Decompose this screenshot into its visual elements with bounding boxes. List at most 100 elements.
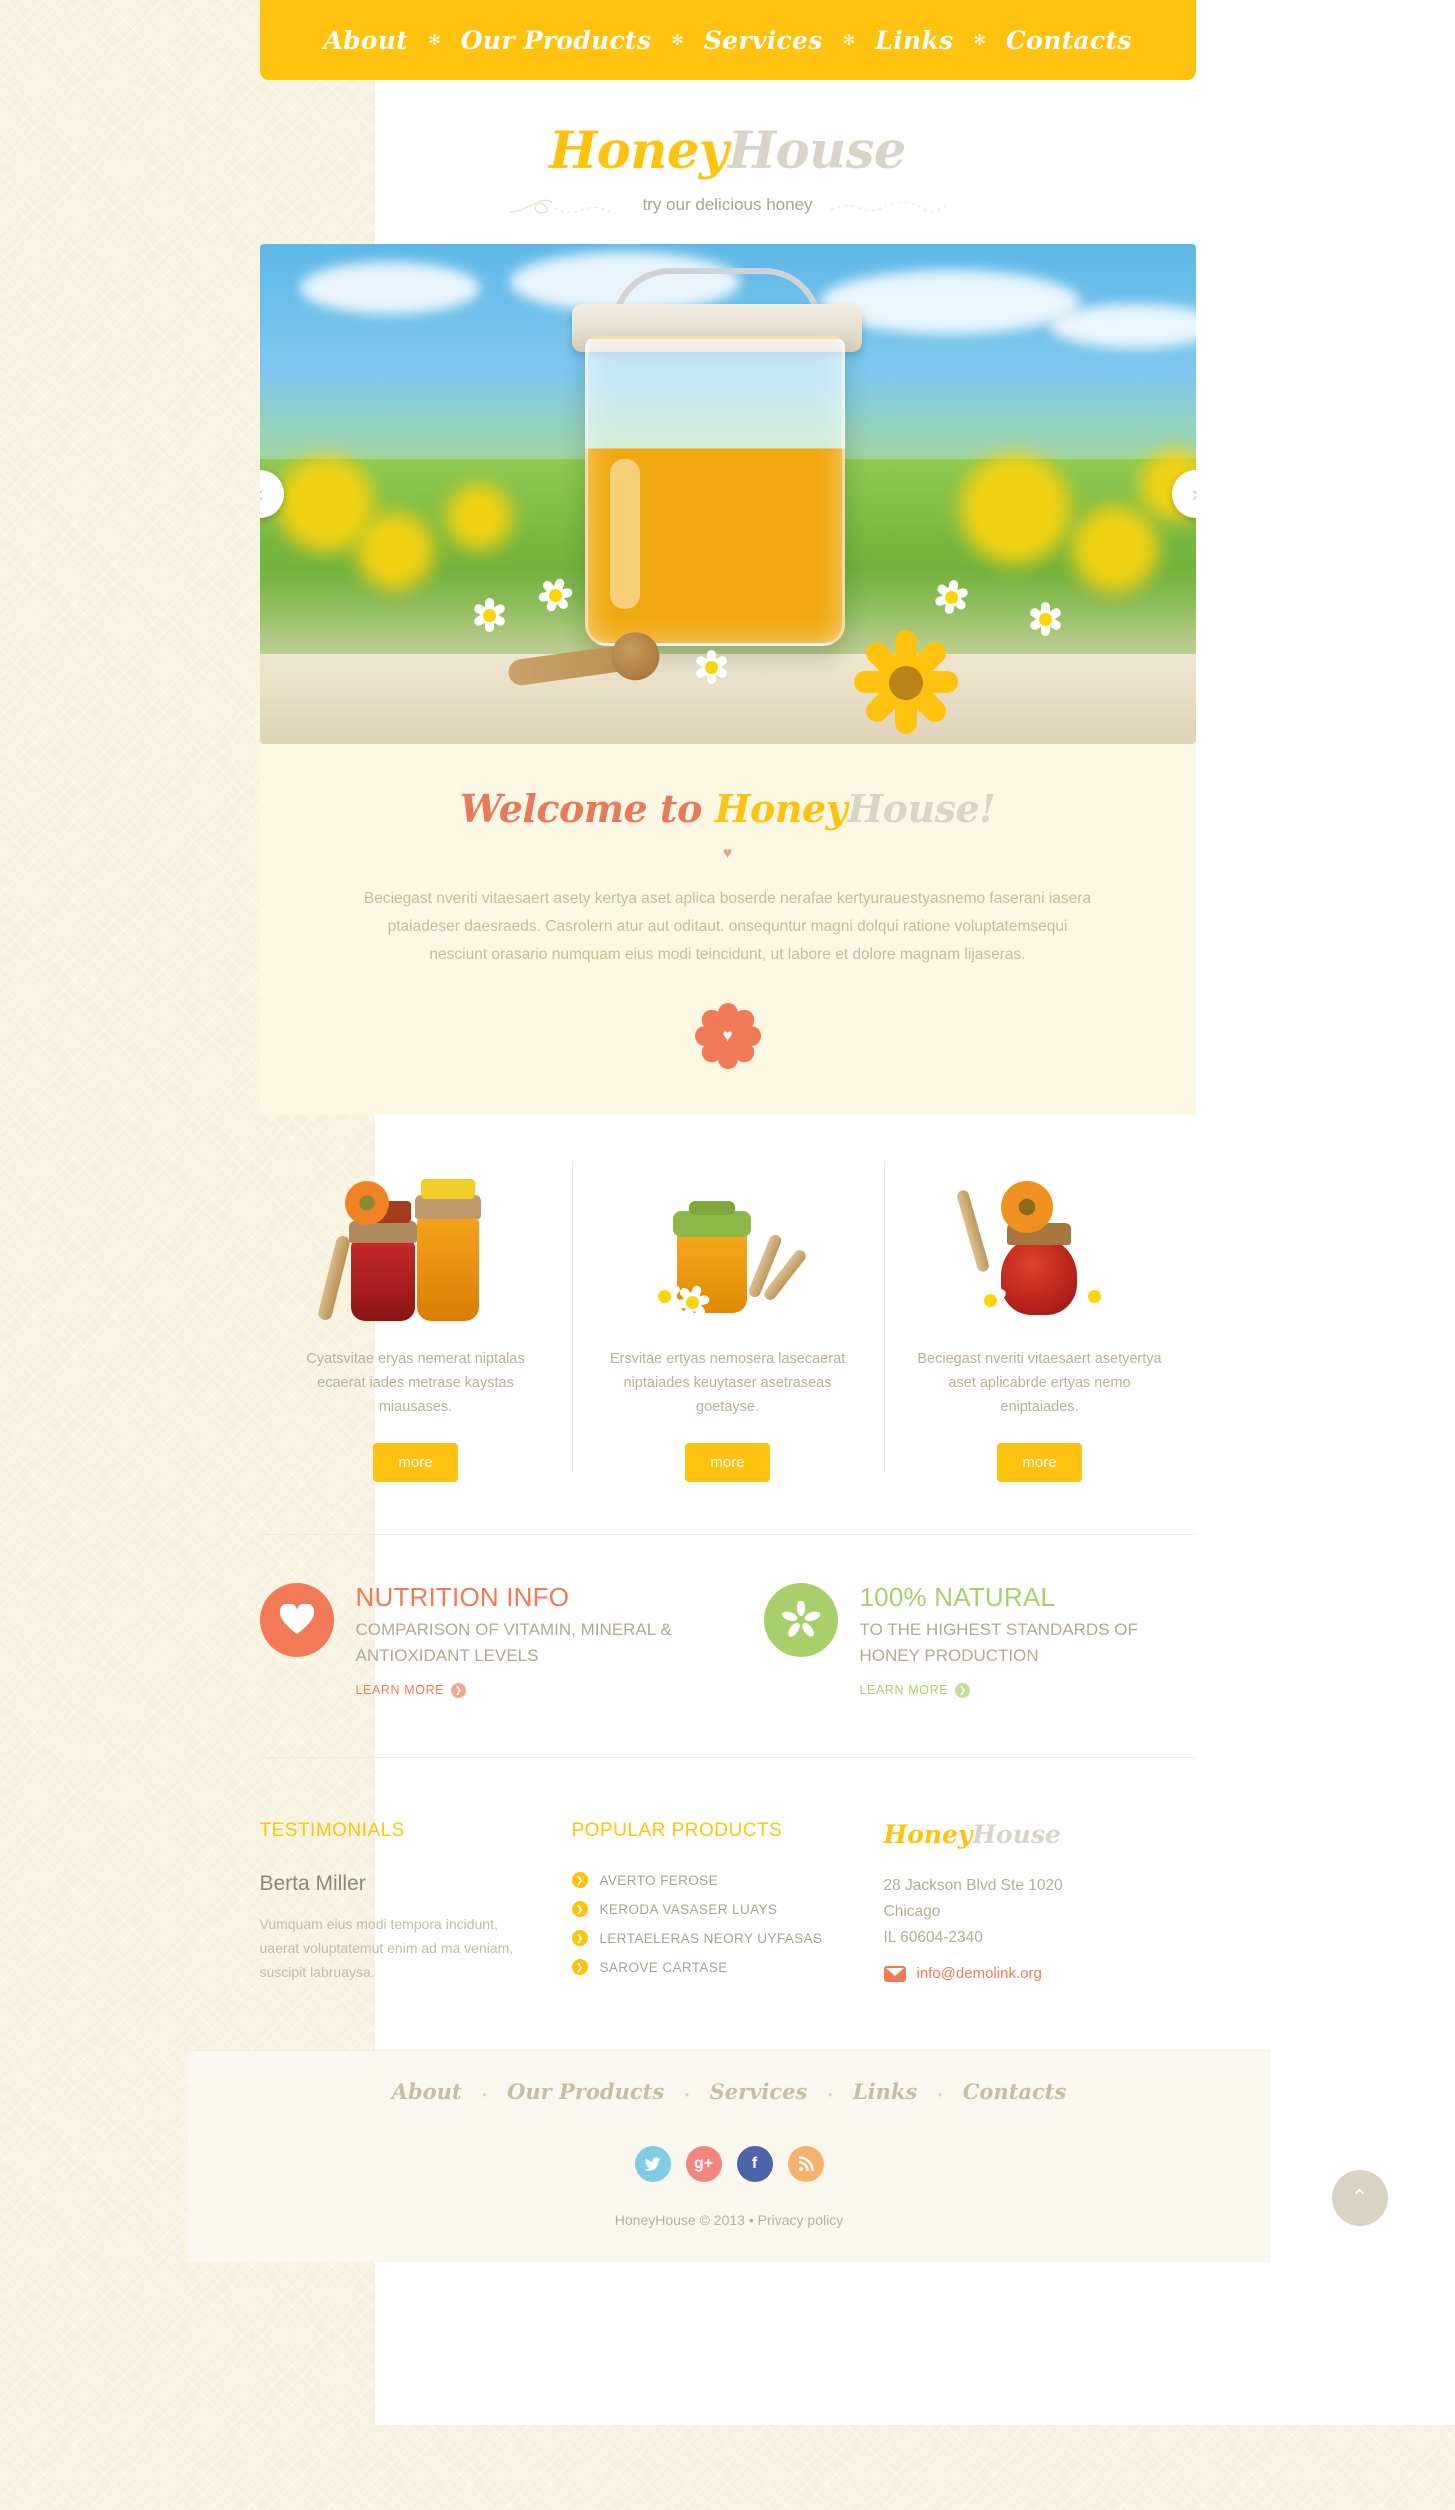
- logo-text-primary: Honey: [549, 121, 728, 181]
- popular-product-link-4[interactable]: SAROVE CARTASE: [600, 1960, 728, 1975]
- popular-products-list: ❯ AVERTO FEROSE ❯ KERODA VASASER LUAYS ❯…: [571, 1872, 844, 1976]
- nav-item-links[interactable]: Links: [859, 26, 969, 55]
- product-image-1: [284, 1171, 548, 1322]
- product-description-2: Ersvitae ertyas nemosera lasecaerat nipt…: [609, 1351, 846, 1415]
- popular-product-link-3[interactable]: LERTAELERAS NEORY UYFASAS: [600, 1931, 823, 1946]
- chevron-right-icon: ❯: [571, 1930, 588, 1947]
- welcome-title: Welcome to HoneyHouse!: [260, 786, 1196, 831]
- learn-more-label: LEARN MORE: [355, 1683, 445, 1698]
- footer-nav-contacts[interactable]: Contacts: [947, 2079, 1083, 2104]
- main-menu: About ✻ Our Products ✻ Services ✻ Links …: [307, 26, 1147, 55]
- footer-logo: HoneyHouse: [884, 1820, 1156, 1849]
- popular-product-link-2[interactable]: KERODA VASASER LUAYS: [600, 1902, 778, 1917]
- jar-with-dippers-graphic: [633, 1171, 823, 1321]
- yellow-flower-blur: [445, 484, 512, 550]
- flower-icon: [763, 1583, 838, 1657]
- honey-jar: [584, 336, 845, 646]
- info-text-nutrition: NUTRITION INFO COMPARISON OF VITAMIN, MI…: [355, 1582, 692, 1699]
- info-subtitle-natural: TO THE HIGHEST STANDARDS OF HONEY PRODUC…: [859, 1619, 1138, 1665]
- product-more-button-1[interactable]: more: [373, 1443, 458, 1482]
- site-shell: About ✻ Our Products ✻ Services ✻ Links …: [187, 0, 1455, 2425]
- nav-separator-icon: ✻: [671, 32, 684, 49]
- footer-navigation: About • Our Products • Services • Links …: [188, 2079, 1271, 2104]
- sunflower-graphic: [845, 622, 965, 742]
- list-item[interactable]: ❯ LERTAELERAS NEORY UYFASAS: [571, 1930, 844, 1947]
- flower-button[interactable]: ♥: [694, 1003, 761, 1069]
- footer-nav-separator: •: [684, 2087, 690, 2103]
- cloud-shape: [299, 262, 480, 314]
- info-title-natural: 100% NATURAL: [859, 1582, 1056, 1612]
- back-to-top-button[interactable]: ⌃: [1331, 2170, 1388, 2227]
- rss-icon[interactable]: [787, 2146, 824, 2183]
- chevron-right-icon: ❯: [451, 1682, 467, 1698]
- nav-item-about[interactable]: About: [307, 26, 424, 55]
- info-box-nutrition: NUTRITION INFO COMPARISON OF VITAMIN, MI…: [259, 1582, 692, 1699]
- page-root: About ✻ Our Products ✻ Services ✻ Links …: [0, 0, 1455, 2425]
- yellow-flower-blur: [1071, 506, 1158, 592]
- heart-icon: [259, 1583, 334, 1657]
- footer-nav-links[interactable]: Links: [837, 2079, 933, 2104]
- learn-more-link-nutrition[interactable]: LEARN MORE ❯: [355, 1682, 467, 1698]
- product-column-2: Ersvitae ertyas nemosera lasecaerat nipt…: [571, 1151, 884, 1482]
- footer-nav-services[interactable]: Services: [694, 2079, 824, 2104]
- list-item[interactable]: ❯ SAROVE CARTASE: [571, 1959, 844, 1976]
- tagline-text: try our delicious honey: [642, 195, 813, 214]
- testimonial-author: Berta Miller: [259, 1872, 366, 1896]
- footer-columns: TESTIMONIALS Berta Miller Vumquam eius m…: [260, 1820, 1196, 1988]
- product-description-3: Beciegast nveriti vitaesaert asetyertya …: [917, 1351, 1162, 1415]
- list-item[interactable]: ❯ AVERTO FEROSE: [571, 1872, 844, 1889]
- google-plus-icon[interactable]: g+: [685, 2146, 722, 2183]
- copyright-line: HoneyHouse © 2013 • Privacy policy: [188, 2182, 1271, 2262]
- footer-nav-our-products[interactable]: Our Products: [491, 2079, 680, 2104]
- footer-column-popular: POPULAR PRODUCTS ❯ AVERTO FEROSE ❯ KEROD…: [571, 1820, 884, 1988]
- privacy-policy-link[interactable]: Privacy policy: [758, 2212, 844, 2228]
- welcome-title-part1: Welcome to: [459, 786, 715, 831]
- product-column-1: Cyatsvitae eryas nemerat niptalas ecaera…: [260, 1151, 572, 1482]
- heart-glyph: [279, 1604, 314, 1634]
- footer-nav-about[interactable]: About: [376, 2079, 478, 2104]
- learn-more-link-natural[interactable]: LEARN MORE ❯: [860, 1682, 971, 1698]
- nav-item-services[interactable]: Services: [688, 26, 839, 55]
- welcome-title-part3: House!: [847, 786, 996, 831]
- nav-item-our-products[interactable]: Our Products: [445, 26, 668, 55]
- info-subtitle-nutrition: COMPARISON OF VITAMIN, MINERAL & ANTIOXI…: [355, 1619, 672, 1665]
- logo-area: HoneyHouse try our delicious honey: [188, 80, 1268, 218]
- two-jars-graphic: [316, 1171, 511, 1322]
- product-image-2: [596, 1171, 860, 1321]
- twitter-icon[interactable]: [634, 2146, 671, 2183]
- email-link[interactable]: info@demolink.org: [917, 1965, 1042, 1982]
- facebook-icon[interactable]: f: [736, 2146, 773, 2183]
- welcome-title-part2: Honey: [714, 786, 848, 831]
- nav-separator-icon: ✻: [428, 32, 441, 49]
- footer-nav-separator: •: [482, 2087, 487, 2103]
- nav-separator-icon: ✻: [973, 32, 986, 49]
- popular-product-link-1[interactable]: AVERTO FEROSE: [600, 1873, 718, 1888]
- chevron-right-icon: ❯: [571, 1901, 588, 1918]
- content-column: About ✻ Our Products ✻ Services ✻ Links …: [187, 0, 1388, 2263]
- tagline-row: try our delicious honey: [188, 192, 1268, 218]
- product-more-button-3[interactable]: more: [997, 1443, 1082, 1482]
- cloud-shape: [1049, 304, 1196, 348]
- footer-nav-separator: •: [937, 2087, 943, 2103]
- product-description-1: Cyatsvitae eryas nemerat niptalas ecaera…: [306, 1351, 525, 1415]
- nav-separator-icon: ✻: [842, 32, 856, 49]
- info-text-natural: 100% NATURAL TO THE HIGHEST STANDARDS OF…: [859, 1582, 1196, 1699]
- rss-glyph: [798, 2156, 814, 2172]
- hero-slider[interactable]: ‹ ›: [259, 244, 1196, 744]
- site-logo[interactable]: HoneyHouse: [549, 126, 906, 177]
- footer-column-testimonials: TESTIMONIALS Berta Miller Vumquam eius m…: [260, 1820, 572, 1988]
- address-line-2: Chicago: [883, 1903, 941, 1921]
- product-more-button-2[interactable]: more: [685, 1443, 770, 1482]
- flower-button-heart-icon: ♥: [707, 1016, 748, 1056]
- daisy-flower: [536, 576, 574, 614]
- twitter-bird-glyph: [643, 2157, 661, 2171]
- address-line-3: IL 60604-2340: [883, 1929, 983, 1947]
- list-item[interactable]: ❯ KERODA VASASER LUAYS: [571, 1901, 844, 1918]
- daisy-flower: [692, 648, 730, 686]
- chevron-right-icon: ❯: [571, 1872, 588, 1889]
- heart-divider-icon: ♥: [722, 845, 733, 862]
- nav-item-contacts[interactable]: Contacts: [990, 26, 1148, 55]
- flower-glyph: [781, 1601, 820, 1637]
- chevron-right-icon: ❯: [571, 1959, 588, 1976]
- welcome-section: Welcome to HoneyHouse! ♥ Beciegast nveri…: [259, 744, 1196, 1115]
